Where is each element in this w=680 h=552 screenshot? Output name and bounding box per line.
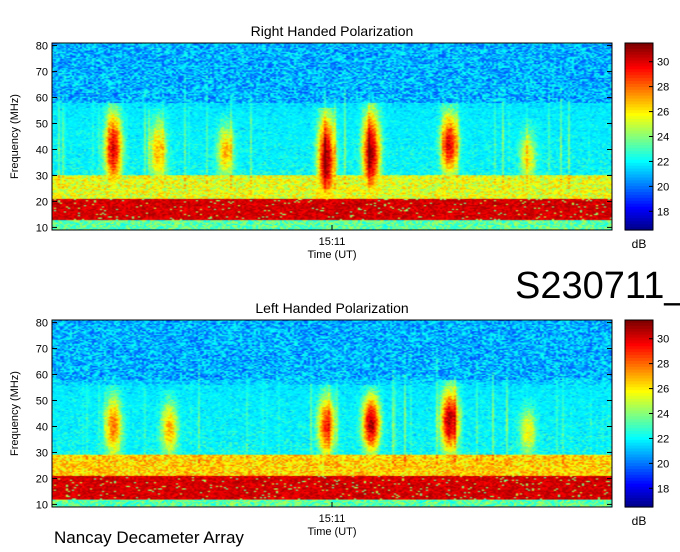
colorbar-tick-label: 20 (657, 181, 669, 193)
y-tick-label: 60 (36, 93, 48, 105)
colorbar: 18 20 22 24 26 28 30 dB (624, 42, 669, 251)
y-tick-label: 40 (36, 144, 48, 156)
colorbar-tick-label: 28 (657, 82, 669, 94)
y-tick-label: 10 (36, 499, 48, 511)
y-tick-label: 80 (36, 318, 48, 330)
colorbar-label: dB (632, 237, 647, 251)
x-axis-label: Time (UT) (307, 526, 356, 538)
colorbar-label: dB (632, 514, 647, 528)
colorbar-tick-label: 18 (657, 206, 669, 218)
left-polarization-panel: Left Handed Polarization 10 20 30 40 50 60 70 80… (9, 300, 669, 538)
colorbar-tick-label: 26 (657, 384, 669, 396)
y-tick-label: 60 (36, 370, 48, 382)
colorbar-tick-label: 20 (657, 458, 669, 470)
y-axis-label: Frequency (MHz) (9, 94, 21, 179)
y-tick-label: 70 (36, 67, 48, 79)
x-tick-label: 15:11 (319, 513, 346, 525)
colorbar-tick-label: 24 (657, 409, 669, 421)
observation-id: S230711_ (515, 265, 680, 307)
spectrogram-raster (52, 43, 612, 230)
y-tick-label: 70 (36, 344, 48, 356)
y-tick-label: 20 (36, 473, 48, 485)
colorbar-tick-label: 22 (657, 156, 669, 168)
panel-title: Right Handed Polarization (251, 23, 414, 39)
colorbar-tick-label: 18 (657, 483, 669, 495)
y-tick-label: 20 (36, 196, 48, 208)
y-tick-label: 80 (36, 41, 48, 53)
y-tick-label: 50 (36, 396, 48, 408)
colorbar-tick-label: 22 (657, 433, 669, 445)
colorbar-tick-label: 24 (657, 132, 669, 144)
panel-title: Left Handed Polarization (255, 300, 408, 316)
colorbar-tick-label: 30 (657, 334, 669, 346)
colorbar: 18 20 22 24 26 28 30 dB (624, 319, 669, 528)
colorbar-tick-label: 26 (657, 107, 669, 119)
y-tick-label: 40 (36, 421, 48, 433)
y-tick-label: 30 (36, 170, 48, 182)
y-axis-label: Frequency (MHz) (9, 371, 21, 456)
y-tick-label: 50 (36, 119, 48, 131)
right-polarization-panel: Right Handed Polarization 10 20 30 40 50 60 70 8… (9, 23, 669, 261)
y-tick-label: 30 (36, 447, 48, 459)
x-tick-label: 15:11 (319, 236, 346, 248)
colorbar-tick-label: 30 (657, 57, 669, 69)
spectrogram-raster (52, 320, 612, 507)
x-axis-label: Time (UT) (307, 249, 356, 261)
y-tick-label: 10 (36, 222, 48, 234)
instrument-name: Nancay Decameter Array (54, 528, 244, 547)
colorbar-tick-label: 28 (657, 359, 669, 371)
